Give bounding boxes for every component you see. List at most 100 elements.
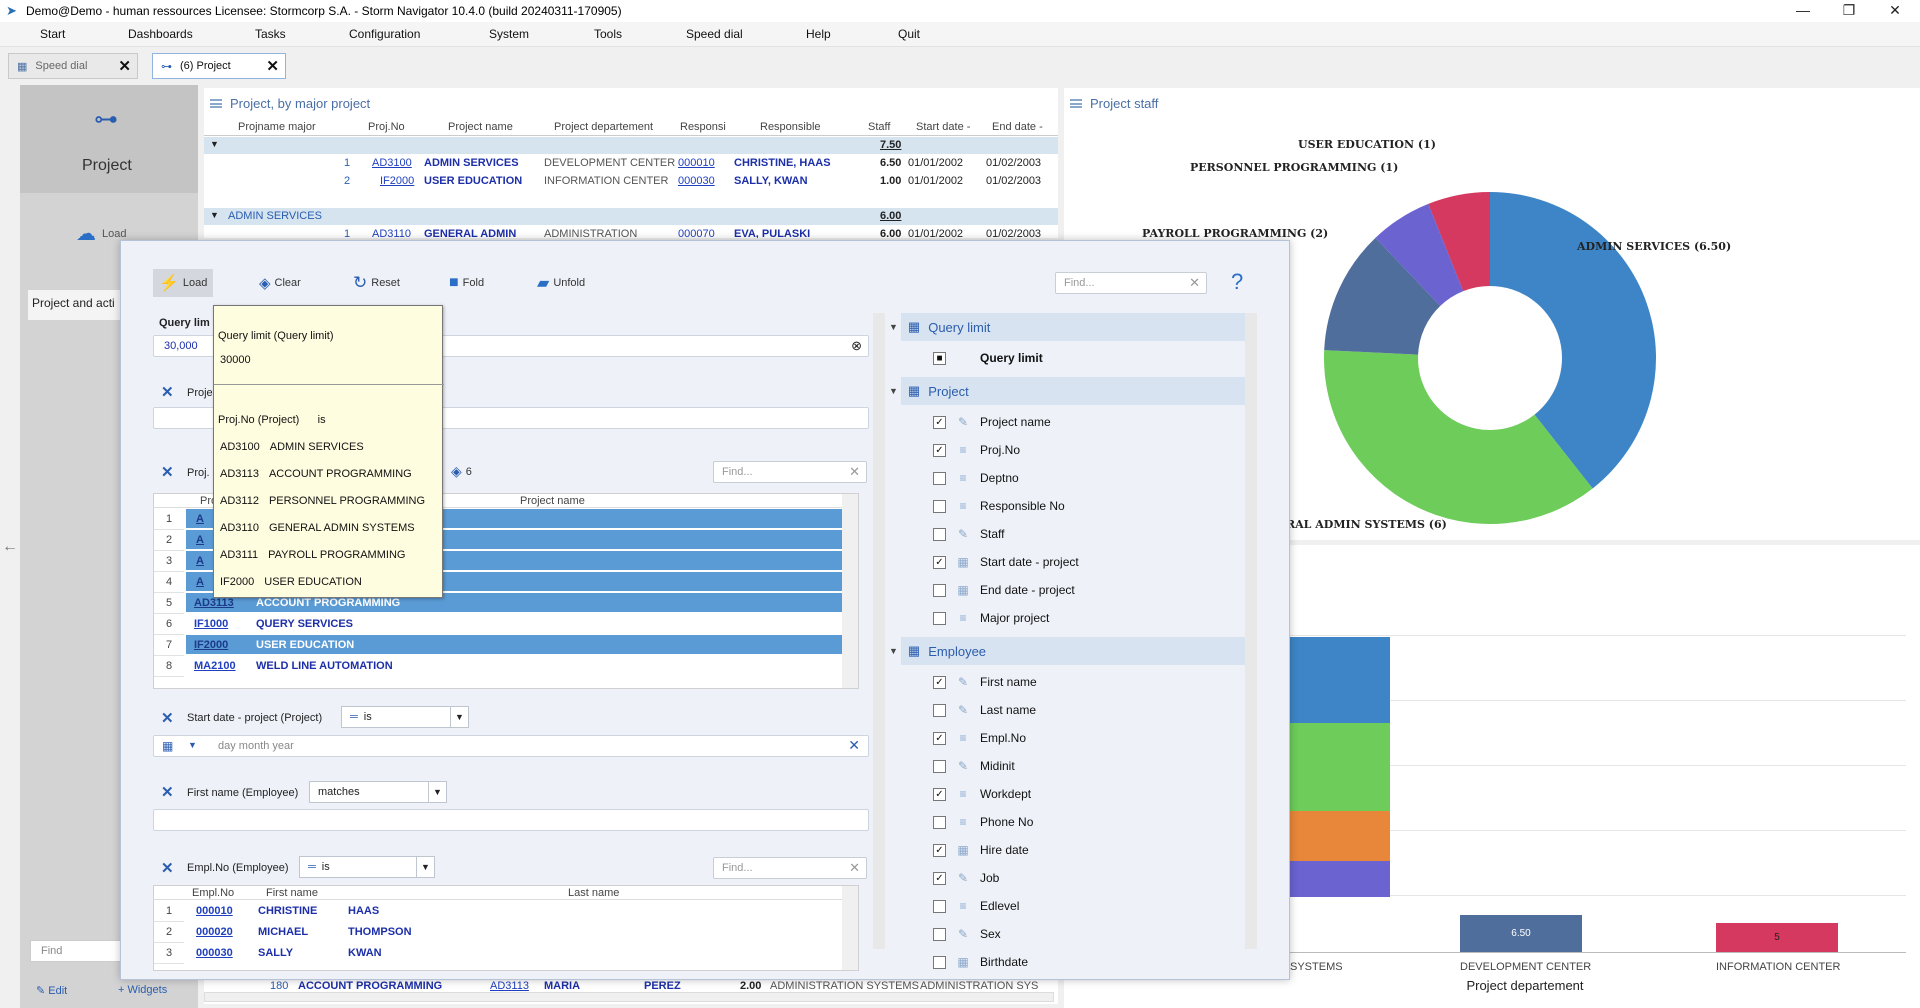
minimize-button[interactable]: —	[1780, 0, 1826, 22]
remove-filter-icon[interactable]: ✕	[161, 463, 174, 481]
sidebar-find-input[interactable]: Find	[30, 940, 124, 962]
tree-item[interactable]: ✓ ≡ Workdept	[933, 781, 1031, 807]
popup-item[interactable]: AD3100 ADMIN SERVICES	[220, 441, 438, 453]
employee-grid[interactable]: Empl.No First name Last name 1 000010 CHRI…	[153, 885, 859, 971]
load-button[interactable]: ⚡ Load	[153, 269, 214, 297]
tree-item[interactable]: ✓ ≡ Proj.No	[933, 437, 1020, 463]
proj-no-link[interactable]: A	[196, 576, 204, 588]
popup-item[interactable]: AD3110 GENERAL ADMIN SYSTEMS	[220, 522, 438, 534]
checkbox[interactable]: ✓	[933, 731, 946, 745]
table-row[interactable]: 1 AD3110 GENERAL ADMIN ADMINISTRATION 00…	[204, 226, 1058, 238]
col-project-name[interactable]: Project name	[448, 121, 513, 133]
help-icon[interactable]: ?	[1231, 269, 1243, 295]
unfold-button[interactable]: ▰ Unfold	[531, 269, 591, 297]
proj-no-link[interactable]: IF1000	[194, 618, 228, 630]
popup-item[interactable]: AD3112 PERSONNEL PROGRAMMING	[220, 495, 438, 507]
checkbox[interactable]: ✓	[933, 787, 946, 801]
checkbox[interactable]: ✓	[933, 675, 946, 689]
tree-item[interactable]: ≡ Phone No	[933, 809, 1033, 835]
table-row[interactable]: 3 000030 SALLY KWAN	[154, 943, 842, 964]
maximize-button[interactable]: ❐	[1826, 0, 1872, 22]
proj-no-link[interactable]: A	[196, 555, 204, 567]
checkbox[interactable]: ■	[933, 351, 946, 365]
tab-project[interactable]: ⊶ (6) Project ✕	[152, 53, 286, 79]
proj-find-input[interactable]: Find... ✕	[713, 461, 867, 483]
chevron-down-icon[interactable]: ▼	[416, 857, 434, 877]
close-window-button[interactable]: ✕	[1872, 0, 1918, 22]
collapse-icon[interactable]: ▼	[210, 210, 219, 220]
list-item[interactable]: 8 MA2100 WELD LINE AUTOMATION	[154, 656, 842, 677]
tree-item[interactable]: ✓ ≡ Empl.No	[933, 725, 1026, 751]
widgets-button[interactable]: + Widgets	[118, 984, 167, 996]
clear-button[interactable]: ◈ Clear	[253, 269, 307, 297]
tree-section[interactable]: ▼ ▦ Employee	[889, 637, 1245, 665]
proj-no-link[interactable]: MA2100	[194, 660, 236, 672]
collapse-icon[interactable]: ▼	[889, 386, 898, 396]
collapse-icon[interactable]: ▼	[210, 139, 219, 149]
menu-tasks[interactable]: Tasks	[255, 27, 286, 41]
checkbox[interactable]	[933, 703, 946, 717]
checkbox[interactable]	[933, 759, 946, 773]
collapse-arrow-icon[interactable]: ←	[2, 538, 18, 556]
popup-item[interactable]: AD3113 ACCOUNT PROGRAMMING	[220, 468, 438, 480]
menu-speed-dial[interactable]: Speed dial	[686, 27, 743, 41]
proj-no-link[interactable]: A	[196, 513, 204, 525]
menu-system[interactable]: System	[489, 27, 529, 41]
selected-count[interactable]: ◈ 6	[451, 463, 472, 480]
tree-item[interactable]: ✓ ✎ Job	[933, 865, 999, 891]
sidebar-item-project-and-activities[interactable]: Project and acti	[28, 290, 128, 320]
tree-item[interactable]: ✎ Staff	[933, 521, 1004, 547]
clear-icon[interactable]: ✕	[849, 860, 860, 876]
dialog-find-input[interactable]: Find... ✕	[1055, 272, 1207, 294]
checkbox[interactable]	[933, 955, 946, 969]
menu-start[interactable]: Start	[40, 27, 65, 41]
clear-icon[interactable]: ✕	[1189, 275, 1200, 291]
clear-icon[interactable]: ✕	[849, 464, 860, 480]
group-row[interactable]: ▼ 7.50	[204, 137, 1058, 154]
tree-item[interactable]: ✓ ▦ Hire date	[933, 837, 1029, 863]
close-tab-icon[interactable]: ✕	[266, 57, 279, 75]
checkbox[interactable]: ✓	[933, 443, 946, 457]
empl-no-link[interactable]: 000030	[196, 947, 233, 959]
collapse-icon[interactable]: ▼	[889, 646, 898, 656]
proj-no-link[interactable]: AD3100	[372, 157, 412, 169]
tree-item[interactable]: ■ Query limit	[933, 345, 1043, 371]
tree-item[interactable]: ✓ ✎ First name	[933, 669, 1037, 695]
checkbox[interactable]	[933, 527, 946, 541]
panel-menu-icon[interactable]	[210, 99, 222, 108]
table-row[interactable]: 1 000010 CHRISTINE HAAS	[154, 901, 842, 922]
col-first-name[interactable]: First name	[266, 887, 318, 899]
clear-icon[interactable]: ✕	[848, 737, 860, 754]
checkbox[interactable]	[933, 899, 946, 913]
col-staff[interactable]: Staff	[868, 121, 890, 133]
sidebar-load-button[interactable]: ☁ Load	[76, 221, 126, 246]
resp-link[interactable]: 000010	[678, 157, 715, 169]
chevron-down-icon[interactable]: ▼	[428, 782, 446, 802]
fold-button[interactable]: ■ Fold	[443, 269, 490, 297]
proj-no-link[interactable]: AD3110	[372, 228, 411, 238]
left-scrollbar[interactable]	[873, 313, 885, 949]
tree-section[interactable]: ▼ ▦ Query limit	[889, 313, 1245, 341]
empl-operator-select[interactable]: ═ is ▼	[299, 856, 435, 878]
resp-link[interactable]: 000070	[678, 228, 715, 238]
tree-item[interactable]: ✓ ▦ Start date - project	[933, 549, 1079, 575]
vertical-scrollbar[interactable]	[842, 494, 858, 688]
horizontal-scrollbar[interactable]	[204, 992, 1054, 1002]
tree-item[interactable]: ✎ Last name	[933, 697, 1036, 723]
col-proj-no[interactable]: Proj.No	[368, 121, 405, 133]
first-name-input[interactable]	[153, 809, 869, 831]
proj-no-link[interactable]: IF2000	[380, 175, 414, 187]
proj-no-link[interactable]: IF2000	[194, 639, 228, 651]
tree-item[interactable]: ≡ Major project	[933, 605, 1049, 631]
checkbox[interactable]: ✓	[933, 871, 946, 885]
col-end-date[interactable]: End date -	[992, 121, 1043, 133]
tree-item[interactable]: ✎ Sex	[933, 921, 1001, 947]
remove-filter-icon[interactable]: ✕	[161, 859, 174, 877]
empl-no-link[interactable]: 000020	[196, 926, 233, 938]
tree-scrollbar[interactable]	[1245, 313, 1257, 949]
tree-item[interactable]: ≡ Deptno	[933, 465, 1019, 491]
reset-button[interactable]: ↻ Reset	[347, 269, 406, 297]
popup-item[interactable]: AD3111 PAYROLL PROGRAMMING	[220, 549, 438, 561]
remove-filter-icon[interactable]: ✕	[161, 383, 174, 401]
menu-dashboards[interactable]: Dashboards	[128, 27, 193, 41]
